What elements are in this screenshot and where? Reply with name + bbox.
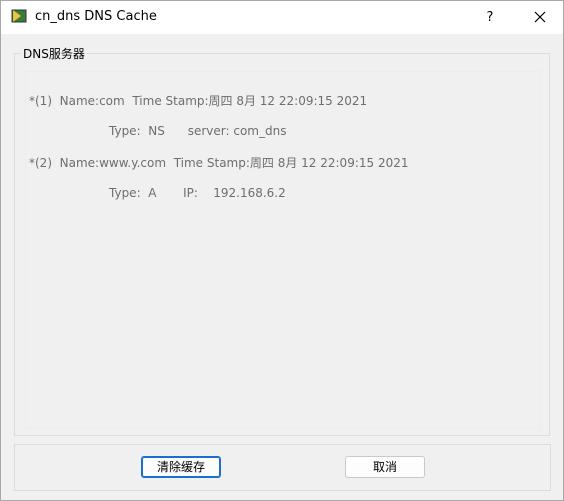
clear-cache-button[interactable]: 清除缓存 [141,456,221,478]
app-icon [11,9,27,23]
entry-2-line-2: Type: A IP: 192.168.6.2 [109,186,286,200]
entry-1-line-1: *(1) Name:com Time Stamp:周四 8月 12 22:09:… [29,94,368,108]
group-label: DNS服务器 [21,45,87,62]
button-bar [14,444,551,491]
dns-cache-dialog: cn_dns DNS Cache ? DNS服务器 *(1) Name:com … [0,0,564,501]
close-button[interactable] [517,1,563,34]
cancel-button[interactable]: 取消 [345,456,425,478]
close-icon [534,11,546,23]
entry-1-line-2: Type: NS server: com_dns [109,124,287,138]
title-bar[interactable]: cn_dns DNS Cache ? [1,1,563,34]
help-button[interactable]: ? [469,1,511,34]
entry-2-line-1: *(2) Name:www.y.com Time Stamp:周四 8月 12 … [29,156,409,170]
window-title: cn_dns DNS Cache [35,9,157,24]
